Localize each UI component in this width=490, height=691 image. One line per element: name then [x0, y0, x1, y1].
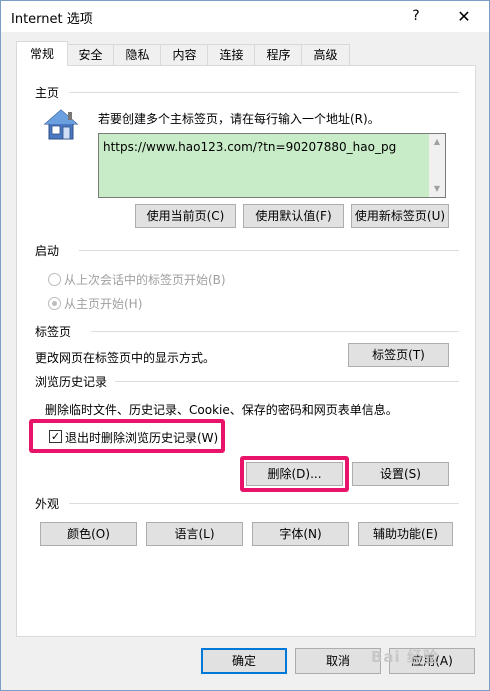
homepage-url-value: https://www.hao123.com/?tn=90207880_hao_… — [103, 140, 397, 154]
startup-section-label: 启动 — [35, 244, 60, 258]
tabs-button[interactable]: 标签页(T) — [348, 343, 449, 367]
title-bar: Internet 选项 ? ✕ — [1, 1, 489, 32]
appearance-divider — [69, 503, 459, 504]
homepage-scrollbar[interactable]: ▲ ▼ — [429, 134, 445, 197]
tabs-section-label: 标签页 — [35, 325, 72, 339]
window-title: Internet 选项 — [11, 12, 93, 27]
help-button[interactable]: ? — [393, 1, 439, 32]
appearance-section-label: 外观 — [35, 497, 60, 511]
history-settings-button[interactable]: 设置(S) — [352, 462, 449, 486]
startup-last-session-label: 从上次会话中的标签页开始(B) — [64, 273, 226, 287]
startup-divider — [79, 250, 459, 251]
fonts-button[interactable]: 字体(N) — [252, 522, 349, 546]
house-icon — [43, 109, 79, 140]
general-tab-panel: 主页 若要创建多个主标签页，请在每行输入一个地址(R)。 https://www… — [16, 65, 476, 637]
homepage-section-label: 主页 — [35, 86, 60, 100]
tab-content[interactable]: 内容 — [160, 44, 209, 65]
history-divider — [115, 381, 459, 382]
delete-history-button[interactable]: 删除(D)... — [246, 462, 343, 486]
startup-last-session-radio[interactable] — [48, 273, 61, 286]
startup-home-radio[interactable] — [48, 297, 61, 310]
tab-security[interactable]: 安全 — [66, 44, 115, 65]
cancel-button[interactable]: 取消 — [295, 648, 381, 674]
startup-home-label: 从主页开始(H) — [64, 297, 143, 311]
use-new-tab-button[interactable]: 使用新标签页(U) — [351, 204, 449, 228]
tab-programs[interactable]: 程序 — [254, 44, 303, 65]
homepage-divider — [69, 92, 459, 93]
scroll-down-icon[interactable]: ▼ — [429, 181, 445, 197]
scroll-up-icon[interactable]: ▲ — [429, 134, 445, 150]
history-description: 删除临时文件、历史记录、Cookie、保存的密码和网页表单信息。 — [45, 403, 398, 417]
tabs-divider — [91, 331, 459, 332]
colors-button[interactable]: 颜色(O) — [40, 522, 137, 546]
homepage-instruction: 若要创建多个主标签页，请在每行输入一个地址(R)。 — [98, 112, 380, 126]
homepage-url-textarea[interactable]: https://www.hao123.com/?tn=90207880_hao_… — [98, 133, 446, 198]
delete-on-exit-checkbox[interactable]: ✓ — [49, 430, 62, 443]
tab-connections[interactable]: 连接 — [207, 44, 256, 65]
delete-on-exit-label: 退出时删除浏览历史记录(W) — [65, 431, 219, 445]
close-button[interactable]: ✕ — [439, 1, 489, 32]
tab-advanced[interactable]: 高级 — [301, 44, 350, 65]
ok-button[interactable]: 确定 — [201, 648, 287, 674]
use-current-button[interactable]: 使用当前页(C) — [135, 204, 236, 228]
use-default-button[interactable]: 使用默认值(F) — [243, 204, 344, 228]
tabs-description: 更改网页在标签页中的显示方式。 — [35, 351, 216, 365]
accessibility-button[interactable]: 辅助功能(E) — [358, 522, 453, 546]
watermark-text: Bai 经验 — [371, 648, 439, 666]
tab-privacy[interactable]: 隐私 — [113, 44, 162, 65]
tab-general[interactable]: 常规 — [16, 41, 68, 66]
languages-button[interactable]: 语言(L) — [146, 522, 243, 546]
history-section-label: 浏览历史记录 — [35, 375, 108, 389]
internet-options-dialog: Internet 选项 ? ✕ 常规 安全 隐私 内容 连接 程序 高级 主页 … — [0, 0, 490, 691]
